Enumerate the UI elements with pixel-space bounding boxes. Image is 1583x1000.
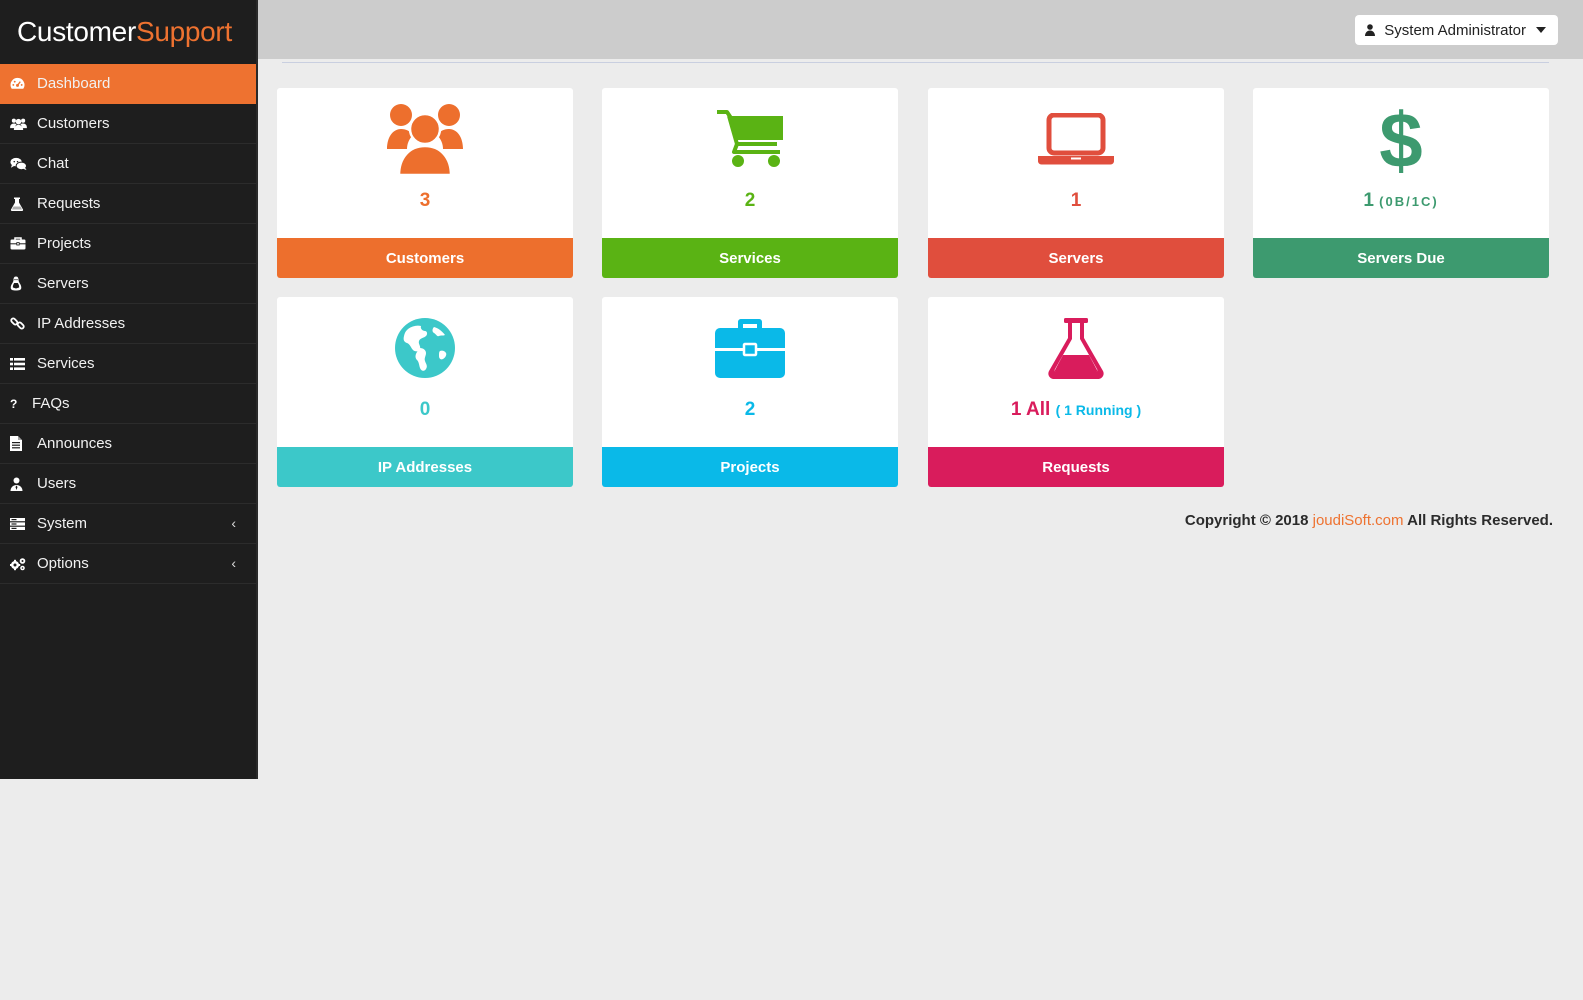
header-divider — [282, 62, 1549, 63]
stat-card-ip-addresses[interactable]: 0 IP Addresses — [277, 297, 573, 487]
requests-count: 1 All ( 1 Running ) — [928, 399, 1224, 421]
linux-icon — [10, 276, 32, 292]
stat-card-requests[interactable]: 1 All ( 1 Running ) Requests — [928, 297, 1224, 487]
brand-part2: Support — [135, 16, 232, 47]
requests-running: ( 1 Running ) — [1055, 402, 1142, 418]
copyright-prefix: Copyright © 2018 — [1184, 512, 1313, 529]
brand-logo[interactable]: Customer Support — [0, 0, 256, 64]
top-bar: System Administrator — [258, 0, 1583, 59]
gears-icon — [10, 556, 32, 572]
sidebar-item-label: FAQs — [32, 395, 70, 412]
servers-due-card-label[interactable]: Servers Due — [1253, 238, 1549, 278]
sidebar-item-label: Dashboard — [37, 75, 111, 92]
stat-card-services[interactable]: 2 Services — [602, 88, 898, 278]
requests-card-label[interactable]: Requests — [928, 447, 1224, 487]
sidebar-item-services[interactable]: Services — [0, 344, 256, 384]
question-icon: ? — [10, 396, 27, 412]
list-icon — [10, 356, 32, 372]
ip-addresses-count: 0 — [419, 399, 431, 420]
cart-icon — [602, 101, 898, 176]
link-icon — [10, 316, 32, 332]
brand-part1: Customer — [17, 16, 136, 47]
user-menu-label: System Administrator — [1384, 21, 1526, 39]
customers-count: 3 — [419, 190, 431, 211]
sidebar-item-announces[interactable]: Announces — [0, 424, 256, 464]
sidebar: Customer Support Dashboard Customers Chat… — [0, 0, 258, 779]
sidebar-item-label: Announces — [37, 435, 113, 452]
stat-card-servers[interactable]: 1 Servers — [928, 88, 1224, 278]
sidebar-item-label: Requests — [37, 195, 101, 212]
flask-icon — [928, 310, 1224, 385]
servers-due-count: 1 (0B/1C) — [1253, 190, 1549, 212]
dollar-icon: $ — [1253, 101, 1549, 176]
requests-value: 1 All — [1010, 399, 1051, 420]
laptop-icon — [928, 101, 1224, 176]
servers-due-breakdown: (0B/1C) — [1379, 194, 1439, 209]
sidebar-item-options[interactable]: Options ‹ — [0, 544, 256, 584]
sidebar-item-label: Customers — [37, 115, 110, 132]
user-icon — [1365, 24, 1376, 36]
stat-card-servers-due[interactable]: $ 1 (0B/1C) Servers Due — [1253, 88, 1549, 278]
sidebar-item-label: Options — [37, 555, 89, 572]
services-count: 2 — [744, 190, 756, 211]
stat-card-customers[interactable]: 3 Customers — [277, 88, 573, 278]
chat-icon — [10, 156, 32, 172]
sidebar-item-label: Projects — [37, 235, 92, 252]
user-menu-button[interactable]: System Administrator — [1355, 15, 1558, 45]
sidebar-item-customers[interactable]: Customers — [0, 104, 256, 144]
sidebar-item-chat[interactable]: Chat — [0, 144, 256, 184]
sidebar-item-label: Users — [37, 475, 77, 492]
briefcase-icon — [602, 310, 898, 385]
chevron-left-icon: ‹ — [231, 514, 236, 531]
flask-icon — [10, 196, 32, 212]
servers-card-label[interactable]: Servers — [928, 238, 1224, 278]
dashboard-icon — [10, 76, 32, 92]
copyright-suffix: All Rights Reserved. — [1403, 512, 1553, 529]
stat-card-projects[interactable]: 2 Projects — [602, 297, 898, 487]
users-icon — [277, 101, 573, 176]
projects-count: 2 — [744, 399, 756, 420]
user-tie-icon — [10, 476, 32, 492]
company-link[interactable]: joudiSoft.com — [1313, 512, 1404, 529]
copyright-footer: Copyright © 2018 joudiSoft.com All Right… — [1185, 512, 1553, 529]
projects-card-label[interactable]: Projects — [602, 447, 898, 487]
customers-card-label[interactable]: Customers — [277, 238, 573, 278]
users-icon — [10, 116, 32, 132]
sidebar-item-label: System — [37, 515, 88, 532]
sidebar-item-faqs[interactable]: ? FAQs — [0, 384, 256, 424]
globe-icon — [277, 310, 573, 385]
sidebar-item-dashboard[interactable]: Dashboard — [0, 64, 256, 104]
chevron-left-icon: ‹ — [231, 554, 236, 571]
sidebar-item-ip-addresses[interactable]: IP Addresses — [0, 304, 256, 344]
caret-down-icon — [1536, 27, 1546, 33]
sidebar-item-label: IP Addresses — [37, 315, 126, 332]
servers-due-value: 1 — [1363, 190, 1374, 211]
sidebar-item-system[interactable]: System ‹ — [0, 504, 256, 544]
sidebar-item-servers[interactable]: Servers — [0, 264, 256, 304]
svg-text:?: ? — [10, 397, 17, 410]
sidebar-item-label: Services — [37, 355, 95, 372]
svg-text:$: $ — [1379, 103, 1422, 175]
services-card-label[interactable]: Services — [602, 238, 898, 278]
servers-count: 1 — [1070, 190, 1082, 211]
sidebar-item-label: Servers — [37, 275, 89, 292]
sidebar-item-projects[interactable]: Projects — [0, 224, 256, 264]
server-icon — [10, 516, 32, 532]
sidebar-item-label: Chat — [37, 155, 69, 172]
document-icon — [10, 436, 32, 452]
sidebar-item-users[interactable]: Users — [0, 464, 256, 504]
ip-addresses-card-label[interactable]: IP Addresses — [277, 447, 573, 487]
sidebar-item-requests[interactable]: Requests — [0, 184, 256, 224]
briefcase-icon — [10, 236, 32, 252]
